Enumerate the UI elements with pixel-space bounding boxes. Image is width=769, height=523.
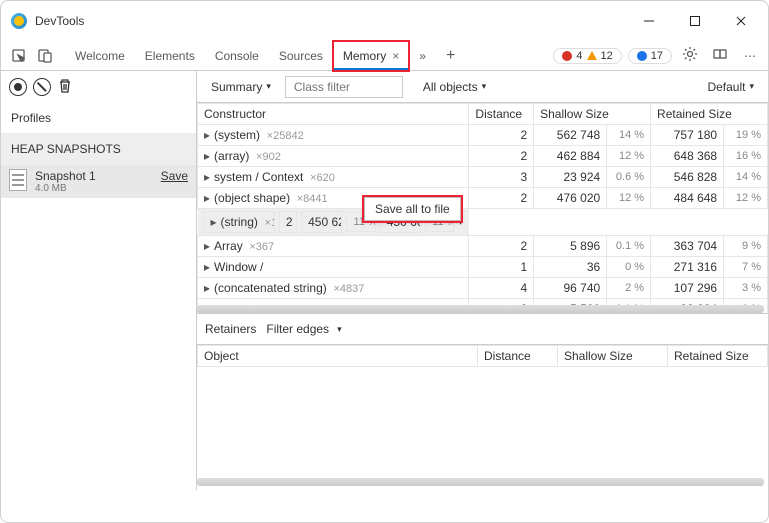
table-row[interactable]: ▸Array ×36725 8960.1 %363 7049 % (198, 236, 768, 257)
maximize-button[interactable] (672, 5, 718, 37)
context-menu-save-all[interactable]: Save all to file (364, 197, 461, 221)
info-pill[interactable]: 17 (628, 48, 672, 64)
all-objects-select[interactable]: All objects (417, 78, 492, 96)
retainers-header: Retainers Filter edges (197, 313, 768, 345)
tab-welcome[interactable]: Welcome (65, 41, 135, 71)
heap-filter-bar: Summary All objects Default (197, 71, 768, 103)
ret-col-retained[interactable]: Retained Size (668, 346, 768, 367)
expand-icon[interactable]: ▸ (204, 302, 210, 313)
clear-icon[interactable] (33, 78, 51, 96)
table-row[interactable]: ▸(array) ×9022462 88412 %648 36816 % (198, 146, 768, 167)
table-row[interactable]: ▸e ×10125 5200.1 %88 2842 % (198, 299, 768, 314)
tab-sources[interactable]: Sources (269, 41, 333, 71)
tab-memory[interactable]: Memory× (333, 41, 409, 71)
titlebar: DevTools (1, 1, 768, 41)
snapshot-icon (9, 169, 27, 191)
table-row[interactable]: ▸Window / 1360 %271 3167 % (198, 257, 768, 278)
expand-icon[interactable]: ▸ (204, 149, 210, 163)
more-tabs-icon[interactable]: » (409, 41, 436, 71)
close-button[interactable] (718, 5, 764, 37)
snapshot-item[interactable]: Snapshot 1 4.0 MB Save (1, 165, 196, 198)
col-shallow[interactable]: Shallow Size (534, 104, 651, 125)
table-row[interactable]: ▸(object shape) ×84412476 02012 %484 648… (198, 188, 768, 209)
inspect-element-icon[interactable] (7, 44, 31, 68)
expand-icon[interactable]: ▸ (204, 260, 210, 274)
filter-edges-select[interactable]: Filter edges (266, 322, 341, 336)
more-options-icon[interactable]: ⋯ (738, 49, 762, 63)
snapshot-name: Snapshot 1 (35, 169, 96, 183)
class-filter-input[interactable] (285, 76, 403, 98)
summary-select[interactable]: Summary (205, 78, 277, 96)
ret-col-distance[interactable]: Distance (478, 346, 558, 367)
sidebar: Profiles HEAP SNAPSHOTS Snapshot 1 4.0 M… (1, 71, 197, 490)
default-select[interactable]: Default (701, 78, 760, 96)
panel-tabs: Welcome Elements Console Sources Memory×… (65, 41, 465, 71)
snapshot-save-link[interactable]: Save (161, 169, 188, 183)
col-distance[interactable]: Distance (469, 104, 534, 125)
tab-console[interactable]: Console (205, 41, 269, 71)
expand-icon[interactable]: ▸ (204, 170, 210, 184)
error-dot-icon (562, 51, 572, 61)
app-logo-icon (11, 13, 27, 29)
ret-col-shallow[interactable]: Shallow Size (558, 346, 668, 367)
expand-icon[interactable]: ▸ (204, 128, 210, 142)
window-title: DevTools (35, 14, 84, 28)
info-dot-icon (637, 51, 647, 61)
warning-triangle-icon (587, 51, 597, 60)
retainers-label: Retainers (205, 322, 256, 336)
heap-snapshots-heading: HEAP SNAPSHOTS (1, 134, 196, 165)
expand-icon[interactable]: ▸ (211, 215, 217, 229)
main-toolbar: Welcome Elements Console Sources Memory×… (1, 41, 768, 71)
record-icon[interactable] (9, 78, 27, 96)
minimize-button[interactable] (626, 5, 672, 37)
trash-icon[interactable] (57, 78, 73, 97)
dock-side-icon[interactable] (708, 46, 732, 65)
profiles-heading: Profiles (1, 103, 196, 134)
expand-icon[interactable]: ▸ (204, 281, 210, 295)
settings-icon[interactable] (678, 46, 702, 65)
col-constructor[interactable]: Constructor (198, 104, 469, 125)
retainers-table: Object Distance Shallow Size Retained Si… (197, 345, 768, 367)
ret-col-object[interactable]: Object (198, 346, 478, 367)
close-icon[interactable]: × (392, 49, 399, 63)
device-toolbar-icon[interactable] (33, 44, 57, 68)
constructors-table: Constructor Distance Shallow Size Retain… (197, 103, 768, 313)
expand-icon[interactable]: ▸ (204, 191, 210, 205)
expand-icon[interactable]: ▸ (204, 239, 210, 253)
table-row[interactable]: ▸(concatenated string) ×4837496 7402 %10… (198, 278, 768, 299)
col-retained[interactable]: Retained Size (651, 104, 768, 125)
table-row[interactable]: ▸system / Context ×620323 9240.6 %546 82… (198, 167, 768, 188)
table-row[interactable]: ▸(system) ×258422562 74814 %757 18019 % (198, 125, 768, 146)
add-tab-icon[interactable]: + (436, 41, 465, 71)
errors-warnings-pill[interactable]: 412 (553, 48, 621, 64)
tab-elements[interactable]: Elements (135, 41, 205, 71)
snapshot-size: 4.0 MB (35, 183, 96, 194)
